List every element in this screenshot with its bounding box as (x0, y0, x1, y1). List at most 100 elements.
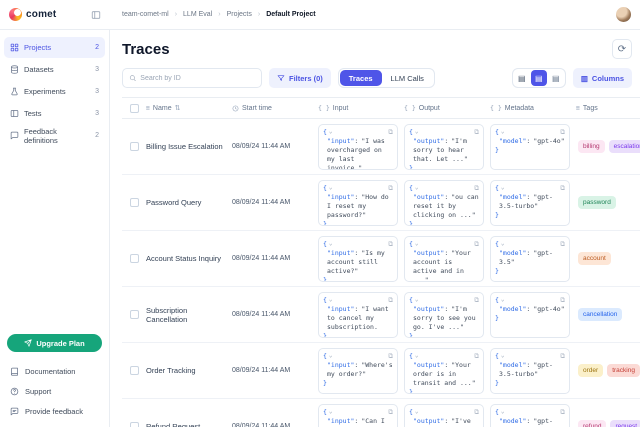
output-json-cell[interactable]: { ⌄ ⧉ "output":"I'm sorry to hear that. … (404, 124, 484, 170)
table-row[interactable]: Order Tracking 08/09/24 11:44 AM { ⌄ ⧉ "… (122, 343, 640, 399)
metadata-json-cell[interactable]: { ⌄ ⧉ "model":"gpt-4o" } (490, 124, 570, 170)
chevron-down-icon[interactable]: ⌄ (329, 184, 333, 192)
copy-icon[interactable]: ⧉ (560, 184, 565, 193)
search-input[interactable] (140, 75, 255, 82)
copy-icon[interactable]: ⧉ (474, 128, 479, 137)
row-checkbox[interactable] (130, 422, 139, 427)
chevron-down-icon[interactable]: ⌄ (329, 408, 333, 416)
output-json-cell[interactable]: { ⌄ ⧉ "output":"I'm sorry to see you go.… (404, 292, 484, 338)
output-json-cell[interactable]: { ⌄ ⧉ "output":"Your account is active a… (404, 236, 484, 282)
trace-name[interactable]: Account Status Inquiry (146, 254, 232, 263)
input-json-cell[interactable]: { ⌄ ⧉ "input":"Where's my order?" } (318, 348, 398, 394)
output-json-cell[interactable]: { ⌄ ⧉ "output":"I've submitted your refu… (404, 404, 484, 427)
chevron-down-icon[interactable]: ⌄ (415, 408, 419, 416)
chevron-down-icon[interactable]: ⌄ (501, 240, 505, 248)
column-header-name[interactable]: ≡ Name ⇅ (146, 104, 232, 112)
trace-name[interactable]: Password Query (146, 198, 232, 207)
trace-name[interactable]: Subscription Cancellation (146, 306, 232, 324)
metadata-json-cell[interactable]: { ⌄ ⧉ "model":"gpt-3.5-turbo" } (490, 348, 570, 394)
chevron-down-icon[interactable]: ⌄ (501, 296, 505, 304)
sidebar-item-projects[interactable]: Projects 2 (4, 37, 105, 58)
trace-name[interactable]: Billing Issue Escalation (146, 142, 232, 151)
copy-icon[interactable]: ⧉ (474, 240, 479, 249)
refresh-button[interactable]: ⟳ (612, 39, 632, 59)
filters-button[interactable]: Filters (0) (269, 68, 331, 88)
row-checkbox[interactable] (130, 366, 139, 375)
breadcrumb-item-projects[interactable]: Projects (227, 11, 252, 18)
density-small-icon[interactable]: ▤ (514, 70, 530, 86)
trace-name[interactable]: Refund Request (146, 422, 232, 427)
table-row[interactable]: Password Query 08/09/24 11:44 AM { ⌄ ⧉ "… (122, 175, 640, 231)
sidebar-item-datasets[interactable]: Datasets 3 (4, 59, 105, 80)
columns-button[interactable]: ▥ Columns (573, 68, 632, 88)
sidebar-item-support[interactable]: Support (4, 381, 105, 401)
output-json-cell[interactable]: { ⌄ ⧉ "output":"Your order is in transit… (404, 348, 484, 394)
tab-traces[interactable]: Traces (340, 70, 382, 86)
row-checkbox[interactable] (130, 254, 139, 263)
breadcrumb-item-workspace[interactable]: team-comet-ml (122, 11, 169, 18)
input-json-cell[interactable]: { ⌄ ⧉ "input":"How do I reset my passwor… (318, 180, 398, 226)
sort-icon[interactable]: ⇅ (175, 104, 181, 112)
comet-logo[interactable]: comet (9, 8, 56, 21)
copy-icon[interactable]: ⧉ (560, 240, 565, 249)
search-box[interactable] (122, 68, 262, 88)
chevron-down-icon[interactable]: ⌄ (329, 296, 333, 304)
metadata-json-cell[interactable]: { ⌄ ⧉ "model":"gpt-3.5" } (490, 236, 570, 282)
user-avatar[interactable] (616, 7, 631, 22)
chevron-down-icon[interactable]: ⌄ (329, 128, 333, 136)
sidebar-item-provide-feedback[interactable]: Provide feedback (4, 401, 105, 421)
chevron-down-icon[interactable]: ⌄ (501, 352, 505, 360)
tab-llm-calls[interactable]: LLM Calls (382, 70, 433, 86)
chevron-down-icon[interactable]: ⌄ (415, 184, 419, 192)
sidebar-item-feedback-definitions[interactable]: Feedback definitions 2 (4, 125, 105, 146)
chevron-down-icon[interactable]: ⌄ (501, 408, 505, 416)
copy-icon[interactable]: ⧉ (560, 352, 565, 361)
copy-icon[interactable]: ⧉ (388, 352, 393, 361)
copy-icon[interactable]: ⧉ (560, 128, 565, 137)
input-json-cell[interactable]: { ⌄ ⧉ "input":"Is my account still activ… (318, 236, 398, 282)
breadcrumb-item-project-group[interactable]: LLM Eval (183, 11, 212, 18)
table-row[interactable]: Subscription Cancellation 08/09/24 11:44… (122, 287, 640, 343)
trace-name[interactable]: Order Tracking (146, 366, 232, 375)
copy-icon[interactable]: ⧉ (388, 408, 393, 417)
chevron-down-icon[interactable]: ⌄ (329, 240, 333, 248)
upgrade-plan-button[interactable]: Upgrade Plan (7, 334, 102, 352)
copy-icon[interactable]: ⧉ (474, 184, 479, 193)
density-large-icon[interactable]: ▤ (548, 70, 564, 86)
sidebar-item-tests[interactable]: Tests 3 (4, 103, 105, 124)
table-row[interactable]: Account Status Inquiry 08/09/24 11:44 AM… (122, 231, 640, 287)
density-medium-icon[interactable]: ▤ (531, 70, 547, 86)
copy-icon[interactable]: ⧉ (388, 240, 393, 249)
chevron-down-icon[interactable]: ⌄ (501, 128, 505, 136)
row-checkbox[interactable] (130, 142, 139, 151)
select-all-checkbox[interactable] (130, 104, 139, 113)
sidebar-toggle-icon[interactable] (91, 10, 101, 20)
copy-icon[interactable]: ⧉ (474, 296, 479, 305)
input-json-cell[interactable]: { ⌄ ⧉ "input":"I was overcharged on my l… (318, 124, 398, 170)
chevron-down-icon[interactable]: ⌄ (415, 128, 419, 136)
chevron-down-icon[interactable]: ⌄ (415, 352, 419, 360)
copy-icon[interactable]: ⧉ (474, 352, 479, 361)
chevron-down-icon[interactable]: ⌄ (329, 352, 333, 360)
copy-icon[interactable]: ⧉ (388, 296, 393, 305)
input-json-cell[interactable]: { ⌄ ⧉ "input":"Can I get a refund for my… (318, 404, 398, 427)
output-json-cell[interactable]: { ⌄ ⧉ "output":"ou can reset it by click… (404, 180, 484, 226)
metadata-json-cell[interactable]: { ⌄ ⧉ "model":"gpt-3.5" } (490, 404, 570, 427)
row-checkbox[interactable] (130, 310, 139, 319)
sidebar-item-documentation[interactable]: Documentation (4, 361, 105, 381)
sidebar-item-experiments[interactable]: Experiments 3 (4, 81, 105, 102)
table-row[interactable]: Billing Issue Escalation 08/09/24 11:44 … (122, 119, 640, 175)
copy-icon[interactable]: ⧉ (474, 408, 479, 417)
copy-icon[interactable]: ⧉ (560, 408, 565, 417)
chevron-down-icon[interactable]: ⌄ (501, 184, 505, 192)
copy-icon[interactable]: ⧉ (388, 184, 393, 193)
metadata-json-cell[interactable]: { ⌄ ⧉ "model":"gpt-4o" } (490, 292, 570, 338)
chevron-down-icon[interactable]: ⌄ (415, 296, 419, 304)
input-json-cell[interactable]: { ⌄ ⧉ "input":"I want to cancel my subsc… (318, 292, 398, 338)
row-checkbox[interactable] (130, 198, 139, 207)
copy-icon[interactable]: ⧉ (560, 296, 565, 305)
chevron-down-icon[interactable]: ⌄ (415, 240, 419, 248)
metadata-json-cell[interactable]: { ⌄ ⧉ "model":"gpt-3.5-turbo" } (490, 180, 570, 226)
table-row[interactable]: Refund Request 08/09/24 11:44 AM { ⌄ ⧉ "… (122, 399, 640, 427)
copy-icon[interactable]: ⧉ (388, 128, 393, 137)
